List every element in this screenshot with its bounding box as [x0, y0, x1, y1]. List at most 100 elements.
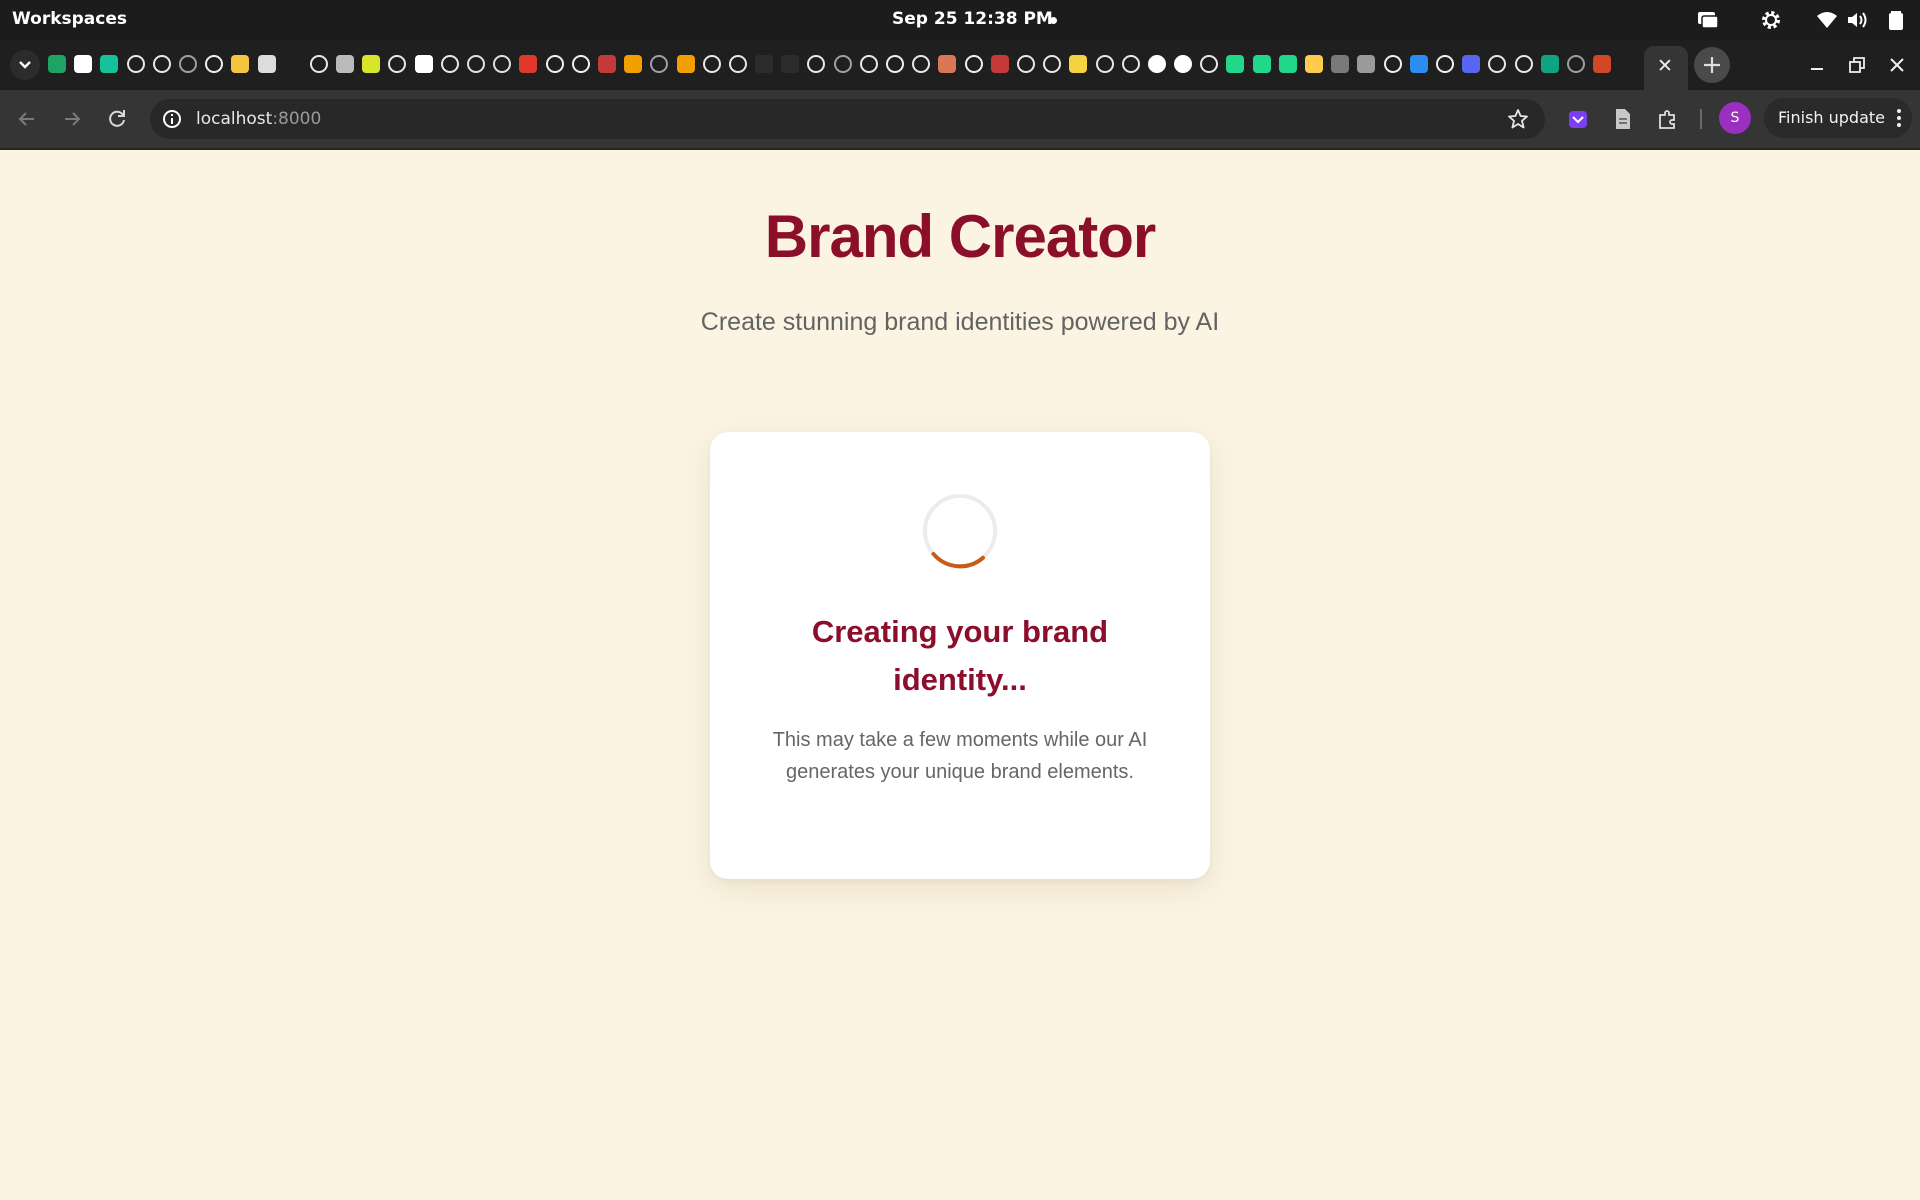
openai-icon[interactable] [1016, 55, 1035, 73]
screen-share-icon[interactable] [1696, 9, 1720, 31]
clock[interactable]: Sep 25 12:38 PM [892, 9, 1053, 29]
browser-tab-strip: ✕ [0, 40, 1920, 90]
github-icon[interactable] [1383, 55, 1402, 73]
finish-update-button[interactable]: Finish update [1764, 98, 1912, 138]
badge-icon[interactable] [362, 55, 381, 73]
finish-update-label: Finish update [1778, 108, 1886, 127]
address-bar[interactable]: localhost:8000 [150, 99, 1545, 139]
back-arrow-icon[interactable] [14, 106, 40, 132]
font-icon[interactable] [74, 55, 93, 73]
dark-icon[interactable] [755, 55, 774, 73]
k-icon[interactable] [519, 55, 538, 73]
grey-icon[interactable] [1331, 55, 1350, 73]
minimize-window-icon[interactable] [1806, 54, 1828, 76]
openai-icon[interactable] [1200, 55, 1219, 73]
volume-icon[interactable] [1845, 9, 1869, 31]
globe-icon[interactable] [833, 55, 852, 73]
restore-window-icon[interactable] [1846, 54, 1868, 76]
openai-icon[interactable] [1488, 55, 1507, 73]
loading-spinner-icon [923, 494, 997, 569]
loading-card: Creating your brand identity... This may… [710, 432, 1210, 879]
openai-icon[interactable] [388, 55, 407, 73]
pinned-tab-favicons [48, 55, 1628, 75]
extensions-puzzle-icon[interactable] [1656, 107, 1680, 131]
workspaces-label[interactable]: Workspaces [12, 9, 127, 29]
slack-icon[interactable] [493, 55, 512, 73]
dark-icon[interactable] [781, 55, 800, 73]
os-top-bar: Workspaces Sep 25 12:38 PM [0, 0, 1920, 40]
feather-icon[interactable] [1540, 55, 1559, 73]
kebab-menu-icon[interactable] [1896, 108, 1902, 128]
new-tab-button[interactable] [1694, 47, 1730, 83]
openai-icon[interactable] [126, 55, 145, 73]
x-icon[interactable] [990, 55, 1009, 73]
settings-gear-icon[interactable] [1759, 9, 1783, 31]
openai-icon[interactable] [807, 55, 826, 73]
openai-icon[interactable] [1514, 55, 1533, 73]
pill-icon[interactable] [414, 55, 433, 73]
github-icon[interactable] [571, 55, 590, 73]
notification-dot [1050, 17, 1057, 24]
profile-avatar[interactable]: S [1719, 102, 1751, 134]
document-extension-icon[interactable] [1611, 107, 1635, 131]
x-icon[interactable] [597, 55, 616, 73]
meta-icon[interactable] [624, 55, 643, 73]
openai-icon[interactable] [728, 55, 747, 73]
reload-icon[interactable] [104, 106, 130, 132]
wifi-icon[interactable] [1815, 9, 1839, 31]
doc-icon[interactable] [283, 55, 302, 73]
notion-icon[interactable] [1174, 55, 1193, 73]
notion-icon[interactable] [1147, 55, 1166, 73]
globe-icon[interactable] [178, 55, 197, 73]
globe-icon[interactable] [650, 55, 669, 73]
bookmark-star-icon[interactable] [1507, 108, 1529, 130]
huggingface-icon[interactable] [1305, 55, 1323, 73]
active-tab[interactable]: ✕ [1644, 46, 1688, 90]
github-icon[interactable] [886, 55, 904, 73]
chevron-down-icon [19, 61, 31, 69]
sheets-icon[interactable] [48, 55, 66, 73]
link-icon[interactable] [1357, 55, 1376, 73]
loading-message: This may take a few moments while our AI… [772, 729, 1148, 783]
grammar-icon[interactable] [100, 55, 119, 73]
github-icon[interactable] [205, 55, 224, 73]
toolbar-divider [1700, 109, 1702, 129]
tab-search-button[interactable] [10, 50, 40, 80]
discord-icon[interactable] [1462, 55, 1481, 73]
page-subtitle: Create stunning brand identities powered… [700, 308, 1220, 336]
openai-icon[interactable] [440, 55, 459, 73]
github-icon[interactable] [1435, 55, 1454, 73]
battery-icon[interactable] [1884, 9, 1908, 31]
openai-icon[interactable] [309, 55, 328, 73]
powerpoint-icon[interactable] [1593, 55, 1612, 73]
forward-arrow-icon[interactable] [59, 106, 85, 132]
url-text[interactable]: localhost:8000 [196, 109, 321, 129]
pycharm-icon[interactable] [1252, 55, 1271, 73]
claude-icon[interactable] [938, 55, 957, 73]
meta-icon[interactable] [676, 55, 695, 73]
emoji-icon[interactable] [231, 55, 250, 73]
openai-icon[interactable] [702, 55, 721, 73]
page-content: Brand Creator Create stunning brand iden… [0, 150, 1920, 1200]
password-manager-extension-icon[interactable] [1566, 107, 1590, 131]
openai-icon[interactable] [912, 55, 931, 73]
sparkle-icon[interactable] [336, 55, 355, 73]
site-info-icon[interactable] [162, 109, 182, 129]
news-icon[interactable] [257, 55, 276, 73]
github-icon[interactable] [964, 55, 983, 73]
plus-icon [1704, 57, 1720, 73]
close-tab-icon[interactable]: ✕ [1657, 57, 1673, 76]
openai-icon[interactable] [1121, 55, 1140, 73]
pycharm-icon[interactable] [1226, 55, 1245, 73]
c-icon[interactable] [1409, 55, 1428, 73]
openai-icon[interactable] [859, 55, 878, 73]
openai-icon[interactable] [152, 55, 171, 73]
openai-icon[interactable] [1095, 55, 1114, 73]
openai-icon[interactable] [1043, 55, 1062, 73]
github-icon[interactable] [545, 55, 564, 73]
pycharm-icon[interactable] [1278, 55, 1297, 73]
slack-icon[interactable] [467, 55, 485, 73]
globe-icon[interactable] [1566, 55, 1585, 73]
smiley-icon[interactable] [1069, 55, 1088, 73]
close-window-icon[interactable] [1886, 54, 1908, 76]
